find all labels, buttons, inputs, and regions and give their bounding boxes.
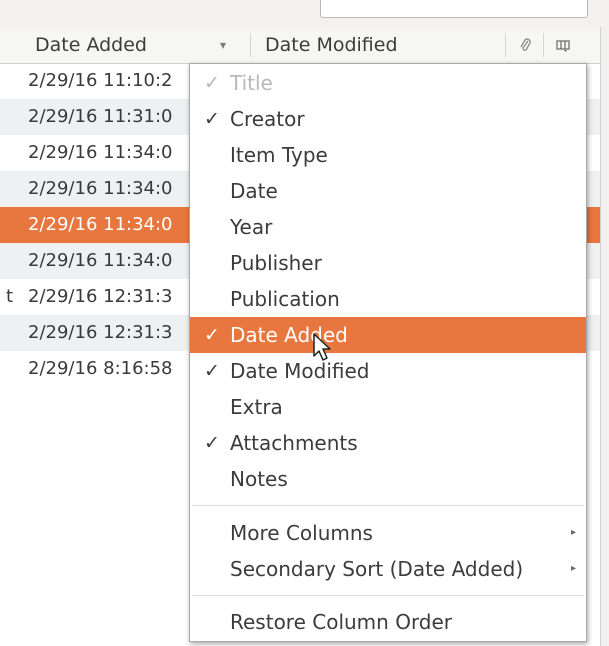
cell-date-added: 2/29/16 11:34:0 (28, 214, 173, 235)
menu-item-notes[interactable]: Notes (190, 461, 586, 497)
menu-item-label: Restore Column Order (230, 610, 453, 634)
menu-item-label: Publication (230, 287, 340, 311)
menu-item-label: Date Modified (230, 359, 370, 383)
column-separator[interactable] (543, 33, 544, 57)
menu-item-creator[interactable]: ✓ Creator (190, 101, 586, 137)
menu-item-label: Item Type (230, 143, 328, 167)
menu-item-label: Publisher (230, 251, 322, 275)
menu-item-date-added[interactable]: ✓ Date Added (190, 317, 586, 353)
menu-item-label: Title (230, 71, 273, 95)
search-input[interactable] (320, 0, 588, 18)
cell-date-added: 2/29/16 11:31:0 (28, 106, 173, 127)
menu-item-date-modified[interactable]: ✓ Date Modified (190, 353, 586, 389)
menu-item-more-columns[interactable]: More Columns ▸ (190, 515, 586, 551)
check-icon: ✓ (204, 324, 220, 346)
menu-item-label: More Columns (230, 521, 373, 545)
menu-separator (192, 595, 584, 596)
menu-item-label: Year (230, 215, 273, 239)
cell-date-added: 2/29/16 11:34:0 (28, 178, 173, 199)
submenu-arrow-icon: ▸ (570, 527, 576, 538)
paperclip-icon[interactable] (516, 27, 536, 63)
column-picker-icon[interactable] (553, 27, 573, 63)
column-separator[interactable] (505, 33, 506, 57)
menu-item-year[interactable]: Year (190, 209, 586, 245)
menu-item-title: ✓ Title (190, 65, 586, 101)
menu-item-label: Secondary Sort (Date Added) (230, 557, 524, 581)
menu-item-label: Date (230, 179, 278, 203)
submenu-arrow-icon: ▸ (570, 563, 576, 574)
menu-item-label: Extra (230, 395, 283, 419)
menu-item-restore-column-order[interactable]: Restore Column Order (190, 604, 586, 640)
menu-item-label: Creator (230, 107, 305, 131)
menu-item-label: Attachments (230, 431, 358, 455)
menu-separator (192, 505, 584, 506)
column-separator[interactable] (250, 33, 251, 57)
menu-item-date[interactable]: Date (190, 173, 586, 209)
cell-date-added: 2/29/16 11:34:0 (28, 250, 173, 271)
menu-item-extra[interactable]: Extra (190, 389, 586, 425)
cell-date-added: 2/29/16 12:31:3 (28, 322, 173, 343)
cell-date-added: 2/29/16 11:34:0 (28, 142, 173, 163)
check-icon: ✓ (204, 72, 220, 94)
menu-item-attachments[interactable]: ✓ Attachments (190, 425, 586, 461)
column-header-bar: Date Added ▾ Date Modified (0, 27, 600, 64)
menu-item-secondary-sort[interactable]: Secondary Sort (Date Added) ▸ (190, 551, 586, 587)
pane-splitter[interactable] (600, 27, 609, 646)
check-icon: ✓ (204, 360, 220, 382)
cell-date-added: 2/29/16 11:10:2 (28, 70, 173, 91)
menu-item-item-type[interactable]: Item Type (190, 137, 586, 173)
check-icon: ✓ (204, 108, 220, 130)
mouse-cursor-icon (313, 333, 331, 361)
column-header-date-added[interactable]: Date Added (35, 27, 147, 63)
menu-item-publisher[interactable]: Publisher (190, 245, 586, 281)
cell-date-added: 2/29/16 12:31:3 (28, 286, 173, 307)
cell-date-added: 2/29/16 8:16:58 (28, 358, 173, 379)
check-icon: ✓ (204, 432, 220, 454)
column-picker-menu: ✓ Title ✓ Creator Item Type Date Year Pu… (189, 63, 587, 642)
row-title-fragment: t (6, 286, 14, 307)
menu-item-publication[interactable]: Publication (190, 281, 586, 317)
column-header-date-modified[interactable]: Date Modified (265, 27, 398, 63)
sort-descending-icon: ▾ (220, 38, 227, 52)
menu-item-label: Notes (230, 467, 288, 491)
